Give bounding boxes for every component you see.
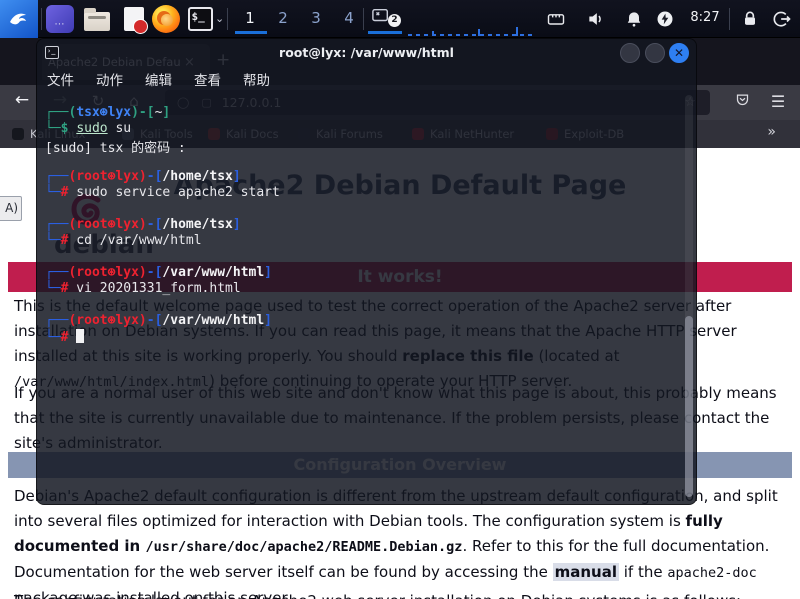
manual-link[interactable]: manual: [552, 563, 619, 581]
volume-icon[interactable]: [586, 9, 606, 29]
text-segment: The configuration layout for an Apache2 …: [14, 592, 741, 599]
terminal-line: [sudo] tsx 的密码 :: [45, 141, 186, 156]
terminal-minimize-button[interactable]: [620, 43, 640, 63]
top-panel: ⋯ $_ ⌄ 1 2 3 4 2 8:27: [0, 0, 800, 38]
terminal-launcher-icon[interactable]: $_: [186, 5, 214, 33]
terminal-line: └─$ sudo su: [45, 121, 132, 136]
menu-edit[interactable]: 编辑: [145, 69, 172, 89]
panel-separator: [227, 8, 228, 30]
panel-separator: [363, 8, 364, 30]
network-sparkline: [408, 27, 536, 36]
clock[interactable]: 8:27: [682, 10, 728, 25]
terminal-output[interactable]: ┌──(tsx⊛lyx)-[~] └─$ sudo su [sudo] tsx 的密…: [45, 105, 675, 345]
notifications-icon[interactable]: [624, 9, 644, 29]
terminal-cursor: [76, 329, 85, 343]
power-manager-icon[interactable]: [655, 9, 675, 29]
menu-view[interactable]: 查看: [194, 69, 221, 89]
terminal-line: ┌──(root⊛lyx)-[/home/tsx]: [45, 169, 241, 184]
window-list-underline: [368, 31, 402, 34]
lock-icon[interactable]: [740, 9, 760, 29]
workspace-2[interactable]: 2: [267, 5, 299, 31]
kali-menu-button[interactable]: [0, 0, 38, 38]
terminal-titlebar[interactable]: ›_ root@lyx: /var/www/html ✕: [37, 39, 696, 65]
terminal-line: └─# vi 20201331_form.html: [45, 281, 241, 296]
panel-separator: [729, 8, 730, 30]
firefox-icon[interactable]: [152, 5, 180, 33]
text-segment: /usr/share/doc/apache2/README.Debian.gz: [145, 539, 463, 555]
launcher-dropdown-caret[interactable]: ⌄: [215, 12, 224, 25]
bookmark-favicon: [12, 128, 24, 140]
logout-icon[interactable]: [772, 9, 792, 29]
panel-separator: [41, 8, 42, 30]
hamburger-menu-icon[interactable]: ☰: [768, 92, 788, 111]
terminal-line: └─#: [45, 329, 675, 345]
workspace-4[interactable]: 4: [333, 5, 365, 31]
terminal-line: └─# cd /var/www/html: [45, 233, 202, 248]
text-editor-icon[interactable]: [120, 5, 148, 34]
window-count-badge: 2: [388, 14, 401, 27]
ime-indicator: A): [0, 196, 22, 221]
app-drawer-icon[interactable]: ⋯: [46, 5, 74, 33]
terminal-title: root@lyx: /var/www/html: [279, 44, 454, 60]
terminal-maximize-button[interactable]: [645, 43, 665, 63]
terminal-line: ┌──(root⊛lyx)-[/var/www/html]: [45, 265, 272, 280]
pocket-icon[interactable]: [732, 92, 752, 111]
menu-actions[interactable]: 动作: [96, 69, 123, 89]
terminal-menubar: 文件 动作 编辑 查看 帮助: [37, 65, 696, 93]
workspace-3[interactable]: 3: [300, 5, 332, 31]
text-segment: if the: [618, 563, 668, 581]
network-icon[interactable]: [546, 9, 566, 29]
terminal-close-button[interactable]: ✕: [669, 43, 689, 63]
terminal-line: ┌──(tsx⊛lyx)-[~]: [45, 105, 171, 120]
paragraph-layout-intro: The configuration layout for an Apache2 …: [14, 589, 788, 599]
terminal-line: ┌──(root⊛lyx)-[/home/tsx]: [45, 217, 241, 232]
menu-help[interactable]: 帮助: [243, 69, 270, 89]
terminal-scrollbar[interactable]: [685, 95, 693, 497]
menu-file[interactable]: 文件: [47, 69, 74, 89]
back-button[interactable]: ←: [12, 90, 32, 110]
workspace-1[interactable]: 1: [234, 5, 266, 31]
file-manager-icon[interactable]: [83, 5, 111, 33]
bookmarks-overflow-chevron[interactable]: »: [767, 124, 776, 140]
terminal-line: └─# sudo service apache2 start: [45, 185, 280, 200]
terminal-scrollbar-thumb[interactable]: [685, 316, 693, 497]
terminal-line: ┌──(root⊛lyx)-[/var/www/html]: [45, 313, 272, 328]
active-workspace-underline: [235, 31, 267, 34]
kali-dragon-icon: [10, 13, 26, 25]
text-segment: apache2-doc: [667, 565, 757, 581]
terminal-window[interactable]: ›_ root@lyx: /var/www/html ✕ 文件 动作 编辑 查看…: [36, 38, 697, 505]
